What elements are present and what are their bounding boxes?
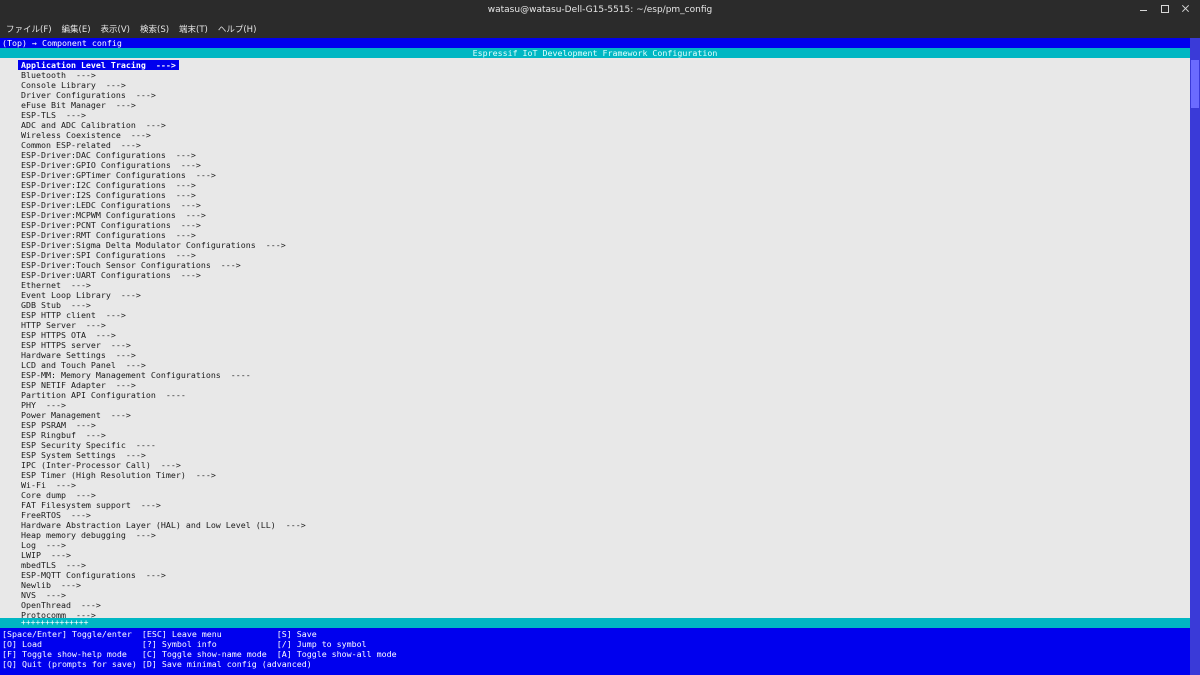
maximize-icon[interactable] (1160, 4, 1169, 13)
menu-terminal[interactable]: 端末(T) (174, 23, 213, 35)
minimize-icon[interactable] (1139, 4, 1148, 13)
menu-item[interactable]: mbedTLS ---> (21, 560, 86, 570)
menu-item[interactable]: ESP-Driver:GPIO Configurations ---> (21, 160, 201, 170)
menu-item[interactable]: NVS ---> (21, 590, 66, 600)
menu-item[interactable]: ESP-Driver:I2C Configurations ---> (21, 180, 196, 190)
terminal-area[interactable]: (Top) → Component config Espressif IoT D… (0, 38, 1200, 675)
menu-item[interactable]: LCD and Touch Panel ---> (21, 360, 146, 370)
menu-item[interactable]: Newlib ---> (21, 580, 81, 590)
menu-item[interactable]: Console Library ---> (21, 80, 126, 90)
menu-item[interactable]: Hardware Settings ---> (21, 350, 136, 360)
menu-item[interactable]: Driver Configurations ---> (21, 90, 156, 100)
close-icon[interactable] (1181, 4, 1190, 13)
menu-item[interactable]: OpenThread ---> (21, 600, 101, 610)
menu-item[interactable]: ESP-Driver:UART Configurations ---> (21, 270, 201, 280)
menu-item[interactable]: ESP-Driver:RMT Configurations ---> (21, 230, 196, 240)
window-controls (1139, 4, 1190, 13)
menu-item[interactable]: ESP-Driver:Sigma Delta Modulator Configu… (21, 240, 286, 250)
window-titlebar: watasu@watasu-Dell-G15-5515: ~/esp/pm_co… (0, 0, 1200, 20)
menu-item[interactable]: Hardware Abstraction Layer (HAL) and Low… (21, 520, 306, 530)
menu-item[interactable]: Heap memory debugging ---> (21, 530, 156, 540)
menu-item[interactable]: ESP-TLS ---> (21, 110, 86, 120)
menu-edit[interactable]: 編集(E) (57, 23, 96, 35)
menu-item[interactable]: ESP Ringbuf ---> (21, 430, 106, 440)
menu-item[interactable]: Common ESP-related ---> (21, 140, 141, 150)
menu-item[interactable]: ESP PSRAM ---> (21, 420, 96, 430)
menu-list: Application Level Tracing ---> Bluetooth … (0, 58, 1190, 628)
menu-item[interactable]: Wi-Fi ---> (21, 480, 76, 490)
menu-item[interactable]: HTTP Server ---> (21, 320, 106, 330)
help-line: [O] Load [?] Symbol info [/] Jump to sym… (2, 639, 367, 649)
menu-item[interactable]: Ethernet ---> (21, 280, 91, 290)
help-panel: [Space/Enter] Toggle/enter [ESC] Leave m… (0, 628, 1200, 675)
menu-item[interactable]: ESP-MM: Memory Management Configurations… (21, 370, 251, 380)
menu-item-selected[interactable]: Application Level Tracing ---> (18, 60, 179, 70)
menu-search[interactable]: 検索(S) (135, 23, 174, 35)
menu-item[interactable]: Log ---> (21, 540, 66, 550)
menu-item[interactable]: Core dump ---> (21, 490, 96, 500)
menu-item[interactable]: Power Management ---> (21, 410, 131, 420)
menu-item[interactable]: PHY ---> (21, 400, 66, 410)
help-line: [Q] Quit (prompts for save) [D] Save min… (2, 659, 312, 669)
menu-item[interactable]: eFuse Bit Manager ---> (21, 100, 136, 110)
help-line: [F] Toggle show-help mode [C] Toggle sho… (2, 649, 397, 659)
menu-item[interactable]: GDB Stub ---> (21, 300, 91, 310)
more-items-text: ++++++++++++++ (21, 618, 89, 627)
menu-view[interactable]: 表示(V) (96, 23, 135, 35)
menu-help[interactable]: ヘルプ(H) (213, 23, 262, 35)
menu-item[interactable]: ESP NETIF Adapter ---> (21, 380, 136, 390)
menu-item[interactable]: ESP-Driver:LEDC Configurations ---> (21, 200, 201, 210)
more-items-indicator: ++++++++++++++ (0, 618, 1190, 628)
menu-item[interactable]: ESP HTTPS server ---> (21, 340, 131, 350)
menu-item[interactable]: Partition API Configuration ---- (21, 390, 186, 400)
menu-item[interactable]: ESP-Driver:I2S Configurations ---> (21, 190, 196, 200)
scrollbar-thumb[interactable] (1191, 60, 1199, 108)
menu-item[interactable]: ESP System Settings ---> (21, 450, 146, 460)
menu-item[interactable]: FAT Filesystem support ---> (21, 500, 161, 510)
menu-file[interactable]: ファイル(F) (0, 23, 57, 35)
menu-item[interactable]: ESP-Driver:DAC Configurations ---> (21, 150, 196, 160)
menu-item[interactable]: Event Loop Library ---> (21, 290, 141, 300)
menu-item[interactable]: ESP HTTP client ---> (21, 310, 126, 320)
menu-item[interactable]: ESP HTTPS OTA ---> (21, 330, 116, 340)
menu-item[interactable]: ESP-MQTT Configurations ---> (21, 570, 166, 580)
menu-item[interactable]: LWIP ---> (21, 550, 71, 560)
menu-item[interactable]: Wireless Coexistence ---> (21, 130, 151, 140)
menu-item[interactable]: ADC and ADC Calibration ---> (21, 120, 166, 130)
menu-item[interactable]: IPC (Inter-Processor Call) ---> (21, 460, 181, 470)
breadcrumb: (Top) → Component config (2, 38, 122, 48)
config-title: Espressif IoT Development Framework Conf… (0, 48, 1190, 58)
menu-item[interactable]: Bluetooth ---> (21, 70, 96, 80)
menu-item[interactable]: ESP Timer (High Resolution Timer) ---> (21, 470, 216, 480)
menu-item[interactable]: ESP-Driver:SPI Configurations ---> (21, 250, 196, 260)
menu-item[interactable]: FreeRTOS ---> (21, 510, 91, 520)
menu-item[interactable]: ESP-Driver:GPTimer Configurations ---> (21, 170, 216, 180)
help-line: [Space/Enter] Toggle/enter [ESC] Leave m… (2, 629, 317, 639)
menubar: ファイル(F) 編集(E) 表示(V) 検索(S) 端末(T) ヘルプ(H) (0, 20, 1200, 38)
window-title: watasu@watasu-Dell-G15-5515: ~/esp/pm_co… (487, 5, 713, 15)
menu-item[interactable]: ESP-Driver:MCPWM Configurations ---> (21, 210, 206, 220)
menu-item[interactable]: ESP-Driver:Touch Sensor Configurations -… (21, 260, 241, 270)
menu-item[interactable]: ESP Security Specific ---- (21, 440, 156, 450)
scrollbar[interactable] (1190, 38, 1200, 675)
menu-item[interactable]: ESP-Driver:PCNT Configurations ---> (21, 220, 201, 230)
